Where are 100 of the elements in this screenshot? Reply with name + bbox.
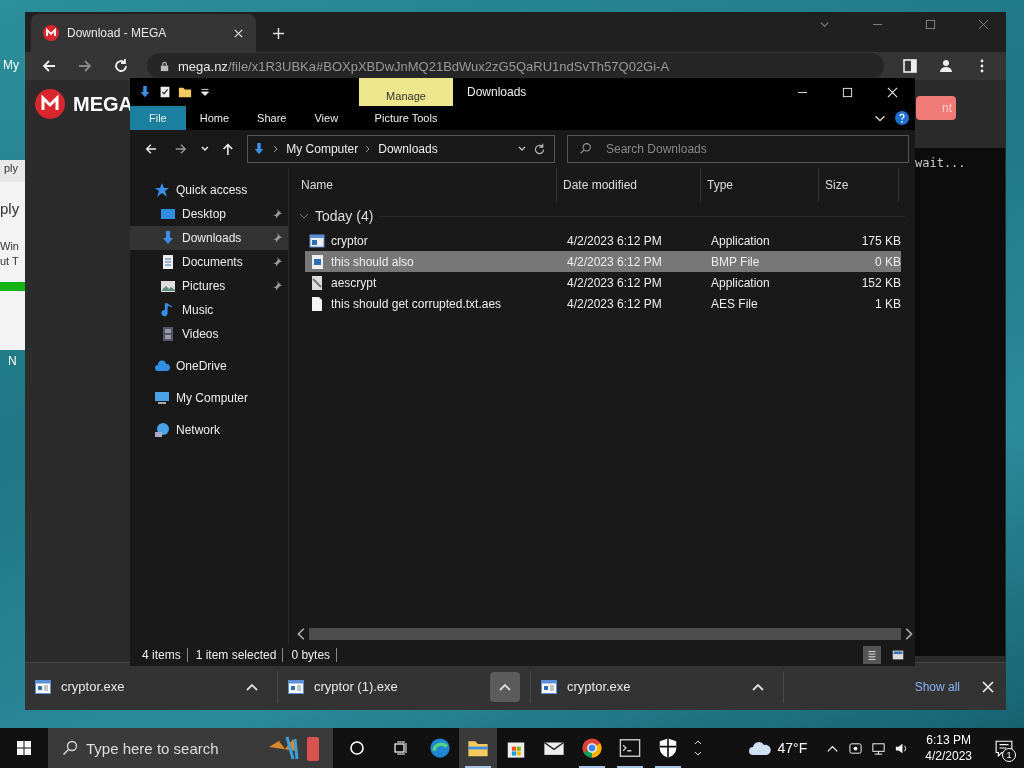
- ribbon-tab[interactable]: Share: [243, 106, 301, 130]
- terminal-output: wait...: [915, 156, 966, 170]
- window-text: ply: [0, 200, 20, 217]
- file-name: cryptor: [330, 233, 368, 248]
- ribbon-tab[interactable]: Picture Tools: [359, 106, 453, 130]
- pin-icon[interactable]: [272, 209, 282, 219]
- landscape-icon: [160, 278, 176, 294]
- app-file-icon: [541, 679, 557, 694]
- date-cell-text: 4/2/2023 6:12 PM: [566, 233, 663, 248]
- window-text: Win: [0, 240, 19, 252]
- date-cell-text: 4/2/2023 6:12 PM: [566, 296, 663, 311]
- site-logo[interactable]: MEGA: [73, 92, 133, 116]
- recent-dropdown-icon[interactable]: [199, 144, 210, 154]
- nav-item[interactable]: Desktop: [130, 202, 288, 226]
- nav-item[interactable]: Network: [130, 418, 288, 442]
- nav-item[interactable]: Quick access: [130, 178, 288, 202]
- status-text: 1 item selected: [195, 648, 284, 662]
- group-header[interactable]: Today (4): [315, 208, 374, 224]
- file-name: aescrypt: [330, 275, 377, 290]
- nav-item[interactable]: Pictures: [130, 274, 288, 298]
- app-file-icon: [288, 679, 304, 694]
- nav-item[interactable]: Videos: [130, 322, 288, 346]
- taskbar-search-field[interactable]: Type here to search: [48, 728, 333, 768]
- status-text: 0 bytes: [291, 648, 338, 662]
- type-cell-text: Application: [710, 275, 771, 290]
- scroll-thumb[interactable]: [309, 628, 901, 640]
- nav-item[interactable]: My Computer: [130, 386, 288, 410]
- properties-icon[interactable]: [158, 85, 172, 99]
- column-header[interactable]: Name: [295, 168, 557, 202]
- ribbon-tab[interactable]: File: [130, 106, 186, 130]
- refresh-icon[interactable]: [533, 142, 546, 156]
- nav-item[interactable]: Downloads: [130, 226, 288, 250]
- size-cell-text: 0 KB: [874, 254, 901, 269]
- progress-strip: [0, 282, 25, 291]
- breadcrumb[interactable]: My Computer: [286, 142, 359, 156]
- pin-icon[interactable]: [272, 281, 282, 291]
- file-row[interactable]: this should get corrupted.txt.aes 4/2/2023 6:12 PM AES File 1 KB: [305, 293, 901, 314]
- document-icon: [309, 295, 325, 312]
- download-name: cryptor.exe: [61, 679, 125, 694]
- file-row[interactable]: this should also 4/2/2023 6:12 PM BMP File 0 KB: [305, 251, 901, 272]
- notifications-icon[interactable]: [995, 739, 1013, 757]
- help-icon[interactable]: [895, 111, 909, 125]
- file-row[interactable]: cryptor 4/2/2023 6:12 PM Application 175 KB: [305, 230, 901, 251]
- monitor-icon: [154, 390, 170, 406]
- mega-logo-icon: [43, 25, 59, 41]
- desktop-icon-label[interactable]: My: [3, 58, 19, 72]
- column-header[interactable]: Type: [701, 168, 819, 202]
- tab-title: Download - MEGA: [67, 26, 168, 40]
- type-cell-text: Application: [710, 233, 771, 248]
- mega-logo-icon: [35, 89, 65, 119]
- app-file-icon: [35, 679, 51, 694]
- date-cell-text: 4/2/2023 6:12 PM: [566, 254, 663, 269]
- new-tab-icon[interactable]: [272, 27, 285, 40]
- details-view-icon[interactable]: [863, 646, 881, 664]
- clock-date[interactable]: 4/2/2023: [925, 749, 972, 763]
- show-all-link[interactable]: Show all: [910, 675, 964, 698]
- pin-icon[interactable]: [272, 233, 282, 243]
- column-header[interactable]: Size: [819, 168, 899, 202]
- search-icon: [62, 740, 78, 756]
- installer-icon: [309, 274, 325, 291]
- file-row[interactable]: aescrypt 4/2/2023 6:12 PM Application 152 KB: [305, 272, 901, 293]
- ribbon-tab[interactable]: Home: [185, 106, 244, 130]
- download-item[interactable]: cryptor.exe: [25, 670, 278, 703]
- address-bar[interactable]: My Computer Downloads: [247, 135, 555, 163]
- browser-tab[interactable]: Download - MEGA: [31, 14, 256, 52]
- download-name: cryptor.exe: [567, 679, 631, 694]
- globe-icon: [154, 422, 170, 438]
- folder-icon[interactable]: [178, 85, 192, 99]
- search-field[interactable]: Search Downloads: [567, 135, 909, 163]
- desktop-icon-label[interactable]: N: [8, 354, 17, 368]
- size-cell-text: 175 KB: [860, 233, 901, 248]
- context-tab[interactable]: Manage: [359, 78, 453, 106]
- download-arrow-icon[interactable]: [138, 85, 152, 99]
- nav-item[interactable]: OneDrive: [130, 354, 288, 378]
- download-name: cryptor (1).exe: [314, 679, 398, 694]
- url-text: mega.nz/file/x1R3UBKa#BOXpXBDwJnMQ21BdWux2zG5QaRU1ndSvTh57Q02Gi-A: [178, 58, 670, 74]
- chrome-icon: [581, 737, 603, 759]
- column-header[interactable]: Date modified: [557, 168, 701, 202]
- download-item[interactable]: cryptor (1).exe: [278, 670, 531, 703]
- ribbon-tab[interactable]: View: [300, 106, 353, 130]
- breadcrumb[interactable]: Downloads: [378, 142, 438, 156]
- size-cell-text: 1 KB: [874, 296, 901, 311]
- cloud-icon[interactable]: [747, 740, 772, 756]
- horizontal-scrollbar[interactable]: [295, 626, 915, 642]
- download-arrow-icon: [160, 230, 176, 246]
- caret-icon: [752, 682, 764, 691]
- options-button[interactable]: [490, 671, 520, 702]
- notification-badge: 1: [1002, 748, 1016, 762]
- address-bar[interactable]: mega.nz/file/x1R3UBKa#BOXpXBDwJnMQ21BdWux2zG5QaRU1ndSvTh57Q02Gi-A: [147, 53, 884, 79]
- image-file-icon: [309, 253, 325, 270]
- nav-item[interactable]: Music: [130, 298, 288, 322]
- nav-item[interactable]: Documents: [130, 250, 288, 274]
- pin-icon[interactable]: [272, 257, 282, 267]
- download-item[interactable]: cryptor.exe: [531, 670, 784, 703]
- taskbar-app-button[interactable]: [459, 728, 497, 768]
- type-cell-text: BMP File: [710, 254, 761, 269]
- type-cell-text: AES File: [710, 296, 759, 311]
- clock-time[interactable]: 6:13 PM: [926, 733, 971, 747]
- weather-temperature[interactable]: 47°F: [777, 740, 808, 756]
- application-icon: [309, 232, 325, 249]
